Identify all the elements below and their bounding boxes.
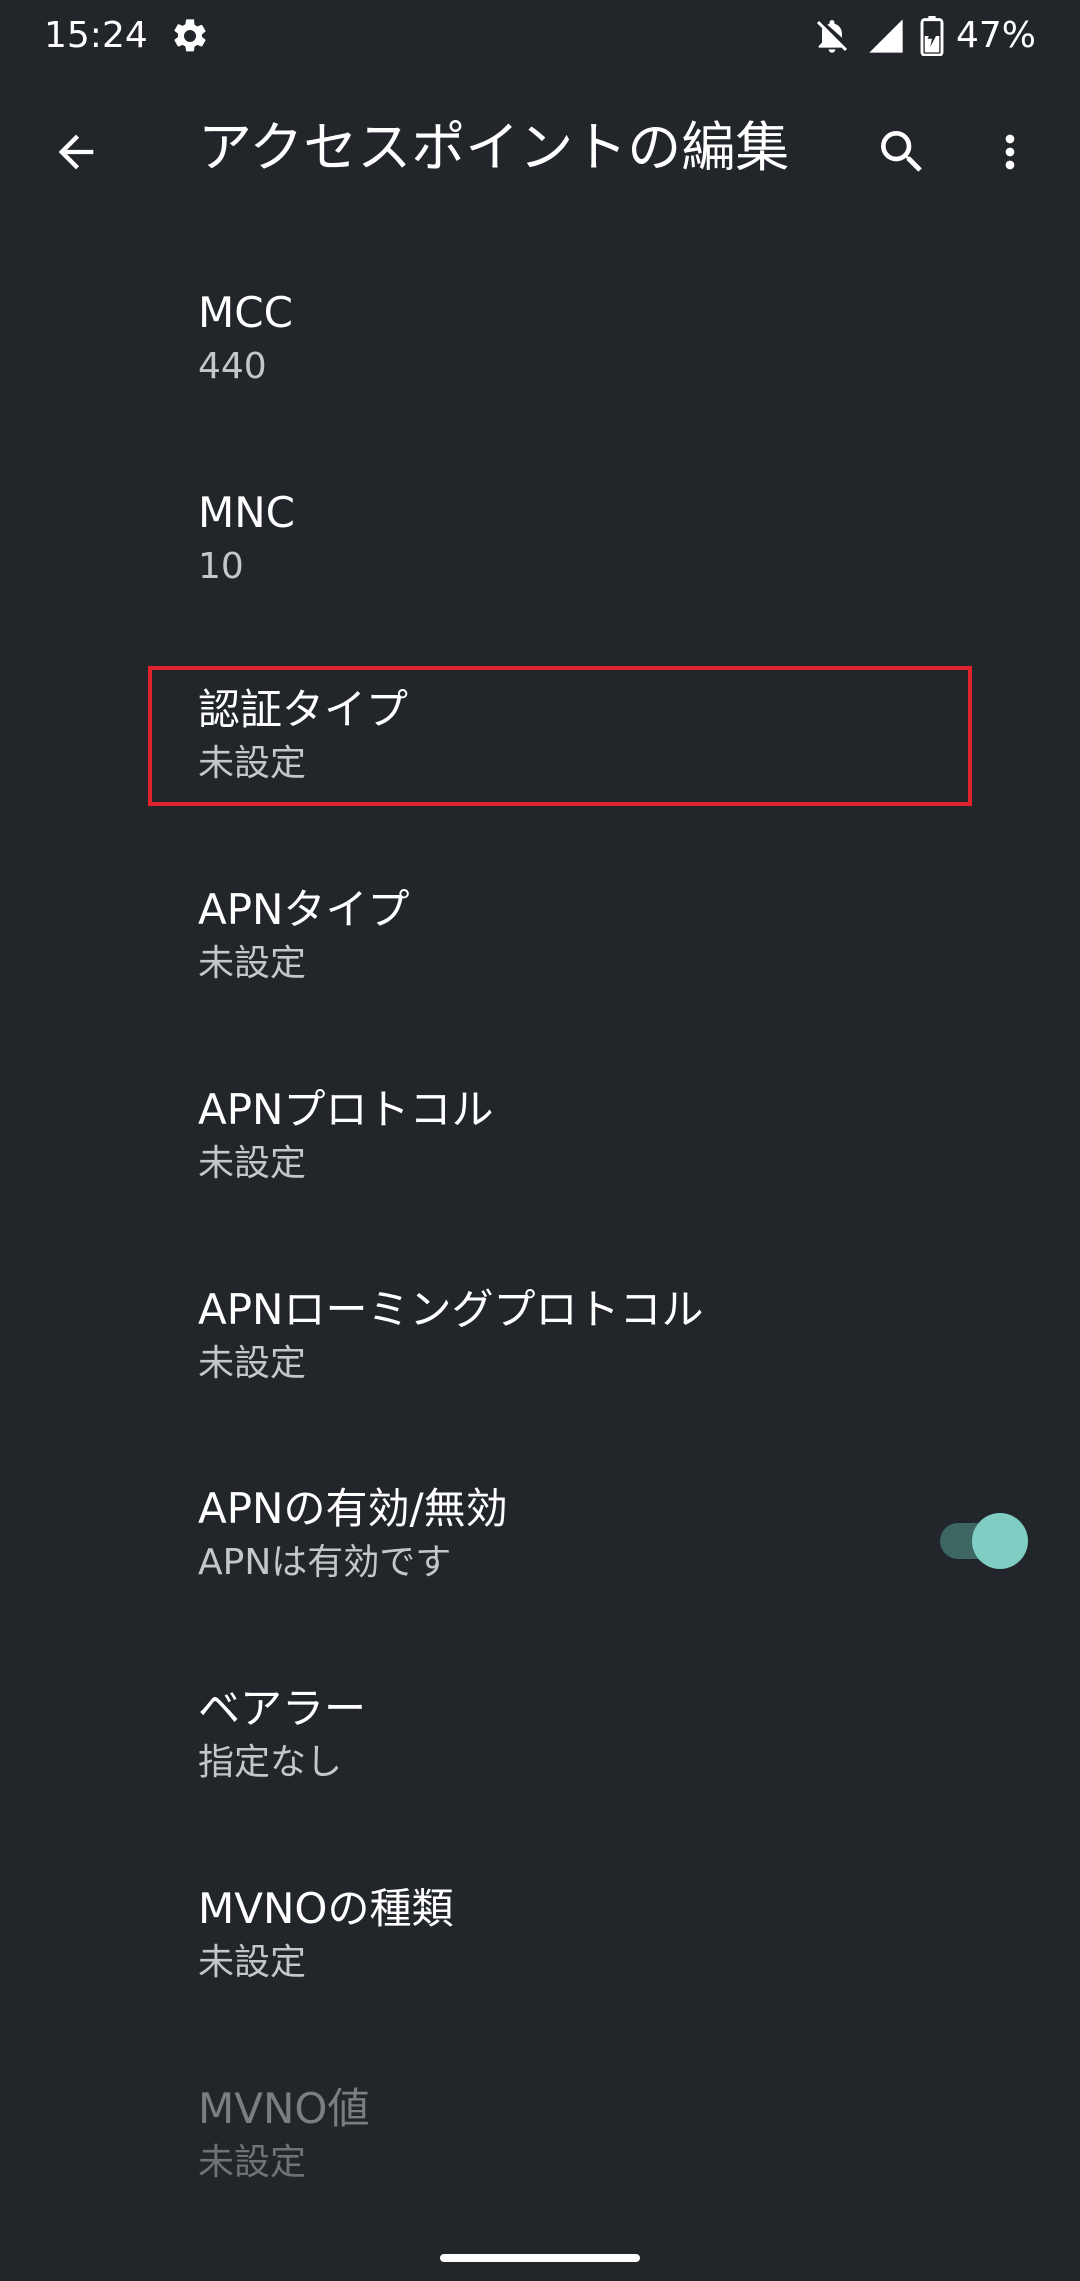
highlight-box: [148, 666, 972, 806]
pref-title: ベアラー: [198, 1684, 367, 1733]
pref-title: APNタイプ: [198, 885, 410, 934]
pref-title: MVNOの種類: [198, 1884, 454, 1933]
pref-summary: APNは有効です: [198, 1542, 452, 1583]
pref-title: APNローミングプロトコル: [198, 1285, 704, 1334]
search-button[interactable]: [862, 112, 942, 192]
pref-summary: 未設定: [198, 1942, 307, 1983]
pref-item-bearer[interactable]: ベアラー 指定なし: [0, 1681, 1080, 1881]
pref-title: MNC: [198, 488, 295, 537]
apn-enable-toggle[interactable]: [938, 1506, 1030, 1569]
pref-summary: 10: [198, 546, 244, 587]
pref-item-apn-enable[interactable]: APNの有効/無効 APNは有効です: [0, 1481, 1080, 1681]
page-title: アクセスポイントの編集: [198, 116, 790, 179]
battery-percent: 47%: [955, 15, 1036, 56]
pref-title: APNプロトコル: [198, 1085, 494, 1134]
signal-icon: [866, 16, 906, 56]
pref-item-mvno-type[interactable]: MVNOの種類 未設定: [0, 1881, 1080, 2081]
pref-item-mcc[interactable]: MCC 440: [0, 285, 1080, 485]
pref-title: MVNO値: [198, 2084, 370, 2133]
gear-icon: [170, 16, 210, 56]
pref-summary: 未設定: [198, 1143, 307, 1184]
pref-summary: 指定なし: [198, 1742, 343, 1783]
back-button[interactable]: [36, 112, 116, 192]
pref-item-mnc[interactable]: MNC 10: [0, 485, 1080, 685]
status-icons: 47%: [812, 12, 1036, 60]
status-bar: 15:24 47%: [0, 0, 1080, 72]
pref-title: APNの有効/無効: [198, 1484, 508, 1533]
more-options-button[interactable]: [980, 112, 1040, 192]
pref-item-mvno-value: MVNO値 未設定: [0, 2081, 1080, 2281]
pref-item-apn-roaming-protocol[interactable]: APNローミングプロトコル 未設定: [0, 1282, 1080, 1482]
gesture-nav-handle[interactable]: [440, 2254, 640, 2262]
pref-summary: 未設定: [198, 2142, 307, 2183]
toggle-thumb: [972, 1513, 1028, 1569]
pref-item-apn-protocol[interactable]: APNプロトコル 未設定: [0, 1082, 1080, 1282]
back-arrow-icon: [58, 134, 94, 170]
pref-summary: 未設定: [198, 943, 307, 984]
pref-item-apn-type[interactable]: APNタイプ 未設定: [0, 882, 1080, 1082]
search-icon: [881, 131, 922, 172]
pref-summary: 未設定: [198, 1343, 307, 1384]
status-time: 15:24: [44, 15, 148, 56]
notifications-off-icon: [812, 16, 852, 56]
pref-summary: 440: [198, 346, 267, 387]
app-bar: アクセスポイントの編集: [0, 72, 1080, 224]
pref-title: MCC: [198, 288, 293, 337]
battery-charging-icon: [920, 16, 944, 56]
more-vert-icon: [1005, 134, 1015, 170]
